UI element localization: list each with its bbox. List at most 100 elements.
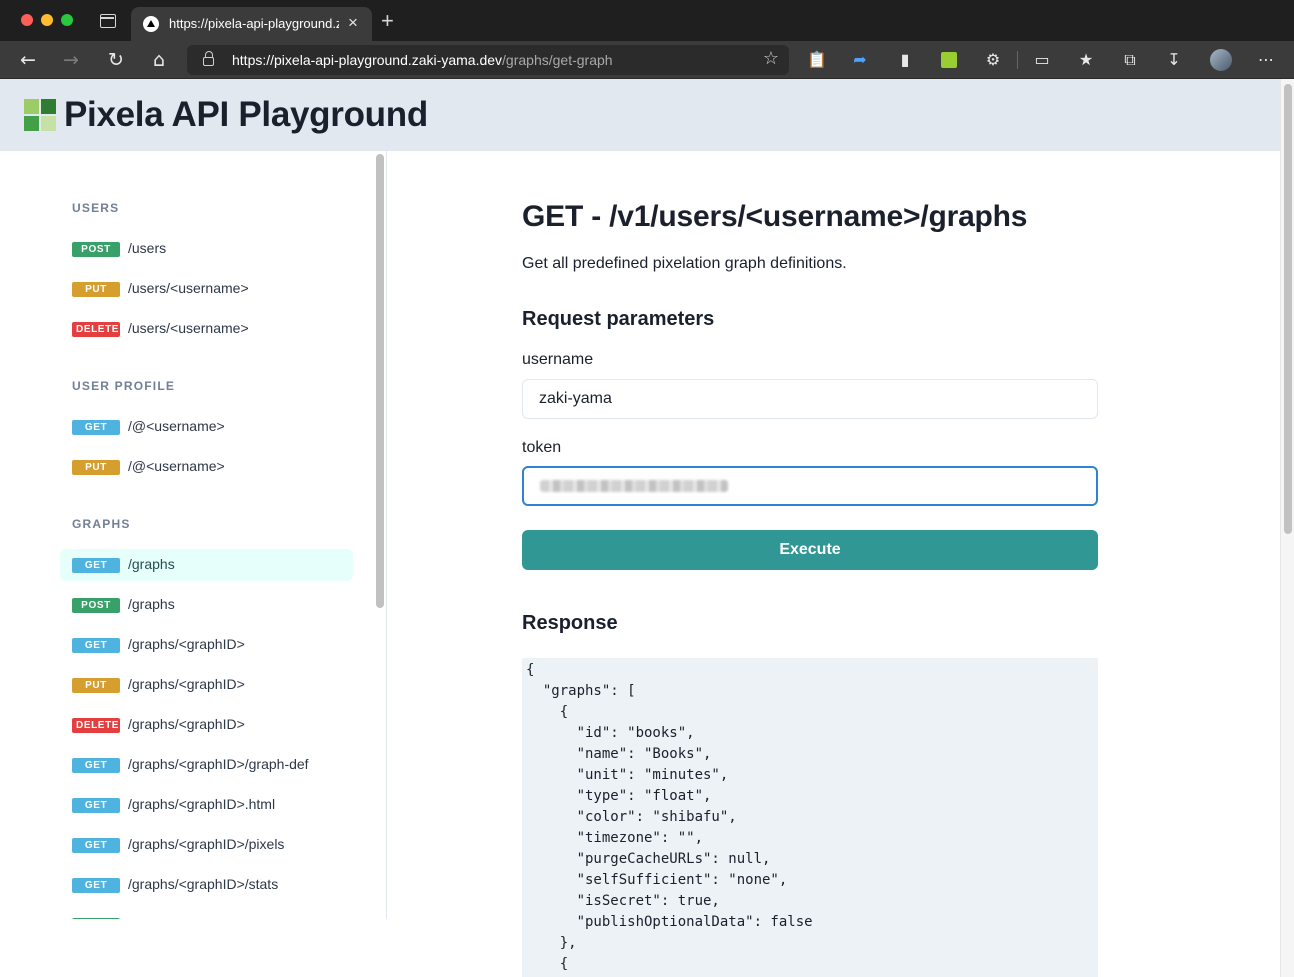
method-badge: POST	[72, 242, 120, 257]
favorites-icon[interactable]: ★	[1076, 50, 1096, 70]
page-scrollbar-thumb[interactable]	[1284, 84, 1292, 534]
app-header: Pixela API Playground	[0, 79, 1280, 151]
browser-tab[interactable]: https://pixela-api-playground.z ×	[131, 7, 372, 41]
sidebar-item-post-graphs[interactable]: POST /graphs	[60, 589, 353, 621]
download-icon[interactable]: ↧	[1164, 50, 1184, 70]
group-title-user-profile: USER PROFILE	[72, 379, 176, 393]
endpoint-path: /users	[128, 240, 167, 256]
sidebar-item-get-graphs[interactable]: GET /graphs	[60, 549, 353, 581]
clipboard-icon[interactable]: 📋	[807, 50, 827, 70]
reload-icon[interactable]: ↻	[105, 49, 127, 71]
sidebar-item-get-graph-stats[interactable]: GET /graphs/<graphID>/stats	[60, 869, 353, 901]
method-badge: GET	[72, 420, 120, 435]
browser-toolbar: ← → ↻ ⌂ https://pixela-api-playground.za…	[0, 41, 1294, 79]
logo-cell	[24, 99, 39, 114]
sidebar-item-get-graph-html[interactable]: GET /graphs/<graphID>.html	[60, 789, 353, 821]
method-badge	[72, 918, 120, 919]
favorite-add-icon[interactable]: ☆	[763, 48, 779, 69]
sidebar-item-post-users[interactable]: POST /users	[60, 233, 353, 265]
sidebar-item-put-user[interactable]: PUT /users/<username>	[60, 273, 353, 305]
token-label: token	[522, 439, 562, 456]
page: Pixela API Playground USERS POST /users …	[0, 79, 1280, 977]
sidebar-item-put-profile[interactable]: PUT /@<username>	[60, 451, 353, 483]
username-input[interactable]	[522, 379, 1098, 419]
response-box: { "graphs": [ { "id": "books", "name": "…	[522, 658, 1098, 977]
method-badge: GET	[72, 758, 120, 773]
logo-cell	[41, 116, 56, 131]
new-tab-icon[interactable]: +	[381, 10, 394, 32]
sidebar-scrollbar-thumb[interactable]	[376, 154, 384, 608]
green-square-icon[interactable]	[941, 52, 957, 68]
group-title-users: USERS	[72, 201, 120, 215]
redacted-token-value	[540, 480, 728, 492]
execute-button[interactable]: Execute	[522, 530, 1098, 570]
endpoint-path: /graphs/<graphID>	[128, 716, 245, 732]
endpoint-title: GET - /v1/users/<username>/graphs	[522, 200, 1028, 233]
method-badge: GET	[72, 558, 120, 573]
endpoint-path: /graphs/<graphID>	[128, 636, 245, 652]
sidebar-item-get-graph[interactable]: GET /graphs/<graphID>	[60, 629, 353, 661]
tab-close-icon[interactable]: ×	[348, 14, 358, 32]
url-path: /graphs/get-graph	[502, 52, 613, 68]
sidebar-item-delete-graph[interactable]: DELETE /graphs/<graphID>	[60, 709, 353, 741]
endpoint-path: /users/<username>	[128, 320, 249, 336]
sidebar-item-put-graph[interactable]: PUT /graphs/<graphID>	[60, 669, 353, 701]
bookmark-icon[interactable]: ▮	[895, 50, 915, 70]
method-badge: PUT	[72, 282, 120, 297]
puzzle-icon[interactable]: ⚙	[983, 50, 1003, 70]
method-badge: DELETE	[72, 718, 120, 733]
response-title: Response	[522, 612, 618, 634]
endpoint-description: Get all predefined pixelation graph defi…	[522, 255, 847, 272]
request-parameters-title: Request parameters	[522, 308, 715, 330]
sidebar-item-partial[interactable]	[60, 909, 353, 919]
username-label: username	[522, 351, 594, 368]
endpoint-path: /@<username>	[128, 418, 225, 434]
url-host: https://pixela-api-playground.zaki-yama.…	[232, 52, 503, 68]
close-window-button[interactable]	[21, 14, 33, 26]
lock-icon[interactable]	[203, 51, 214, 66]
address-bar[interactable]: https://pixela-api-playground.zaki-yama.…	[187, 45, 789, 75]
sidebar-item-delete-user[interactable]: DELETE /users/<username>	[60, 313, 353, 345]
endpoint-path: /graphs	[128, 556, 175, 572]
method-badge: POST	[72, 598, 120, 613]
sidebar-item-get-profile[interactable]: GET /@<username>	[60, 411, 353, 443]
maximize-window-button[interactable]	[61, 14, 73, 26]
toolbar-divider	[1017, 51, 1018, 69]
tab-title: https://pixela-api-playground.z	[169, 16, 339, 31]
endpoint-path: /graphs/<graphID>/pixels	[128, 836, 285, 852]
minimize-window-button[interactable]	[41, 14, 53, 26]
method-badge: GET	[72, 878, 120, 893]
endpoint-path: /@<username>	[128, 458, 225, 474]
method-badge: PUT	[72, 460, 120, 475]
response-json: { "graphs": [ { "id": "books", "name": "…	[526, 662, 813, 972]
page-scrollbar[interactable]	[1280, 79, 1294, 977]
group-title-graphs: GRAPHS	[72, 517, 131, 531]
tab-actions-icon[interactable]	[100, 14, 116, 28]
sidebar-scrollbar[interactable]	[376, 154, 384, 608]
logo-cell	[24, 116, 39, 131]
sidebar: USERS POST /users PUT /users/<username> …	[0, 151, 387, 919]
back-arrow-icon[interactable]: ←	[17, 49, 39, 71]
token-input[interactable]	[522, 466, 1098, 506]
endpoint-path: /graphs/<graphID>.html	[128, 796, 276, 812]
forward-arrow-icon[interactable]: →	[60, 49, 82, 71]
home-icon[interactable]: ⌂	[148, 49, 170, 71]
method-badge: PUT	[72, 678, 120, 693]
endpoint-path: /graphs/<graphID>/stats	[128, 876, 279, 892]
sidebar-item-get-graph-def[interactable]: GET /graphs/<graphID>/graph-def	[60, 749, 353, 781]
more-icon[interactable]: ⋯	[1256, 50, 1276, 70]
endpoint-path: /graphs/<graphID>/graph-def	[128, 756, 309, 772]
profile-avatar[interactable]	[1210, 49, 1232, 71]
method-badge: GET	[72, 798, 120, 813]
browser-title-bar: https://pixela-api-playground.z × +	[0, 0, 1294, 41]
url-text[interactable]: https://pixela-api-playground.zaki-yama.…	[232, 52, 613, 68]
sidebar-item-get-graph-pixels[interactable]: GET /graphs/<graphID>/pixels	[60, 829, 353, 861]
app-title: Pixela API Playground	[64, 95, 428, 134]
endpoint-path: /users/<username>	[128, 280, 249, 296]
share-icon[interactable]: ➦	[850, 50, 870, 70]
cast-icon[interactable]: ▭	[1032, 50, 1052, 70]
favicon-icon	[143, 16, 159, 32]
method-badge: DELETE	[72, 322, 120, 337]
logo-cell	[41, 99, 56, 114]
collections-icon[interactable]: ⧉	[1120, 50, 1140, 70]
